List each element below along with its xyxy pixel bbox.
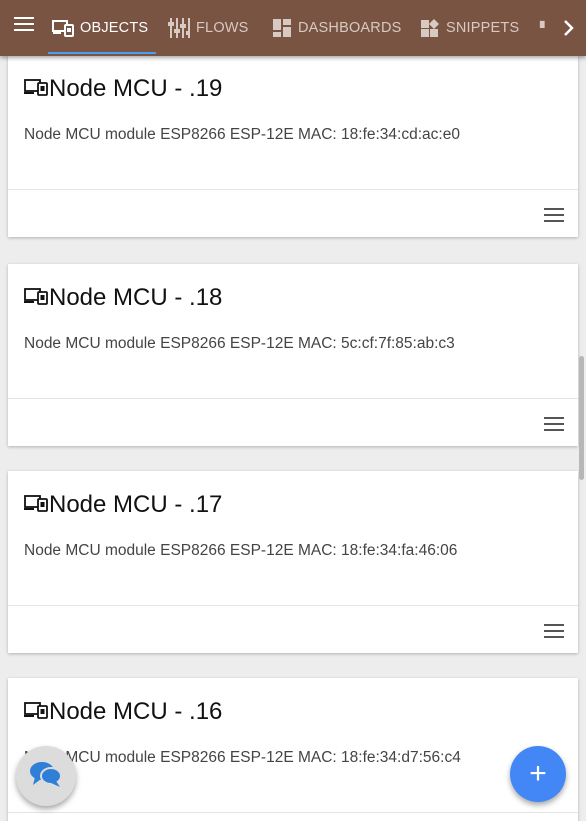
devices-icon — [24, 287, 48, 305]
card-divider — [8, 605, 578, 606]
card-title-text: Node MCU - .18 — [49, 284, 223, 311]
tab-objects-label: OBJECTS — [80, 20, 149, 36]
object-card[interactable]: Node MCU - .18 Node MCU module ESP8266 E… — [8, 264, 578, 446]
tab-dashboards[interactable]: DASHBOARDS — [272, 0, 402, 56]
card-title: Node MCU - .19 — [24, 75, 222, 103]
object-card[interactable]: Node MCU - .17 Node MCU module ESP8266 E… — [8, 471, 578, 653]
card-title-text: Node MCU - .16 — [49, 698, 223, 725]
tab-flows[interactable]: FLOWS — [168, 0, 249, 56]
partial-tab-icon: ▘ — [540, 21, 550, 35]
chat-bubbles-icon — [29, 759, 63, 794]
objects-list: Node MCU - .19 Node MCU module ESP8266 E… — [0, 56, 586, 821]
tab-snippets[interactable]: SNIPPETS — [420, 0, 519, 56]
card-title-text: Node MCU - .19 — [49, 75, 223, 102]
widgets-icon — [420, 18, 440, 38]
devices-icon — [24, 701, 48, 719]
chat-button[interactable] — [16, 746, 76, 806]
card-divider — [8, 812, 578, 813]
tab-snippets-label: SNIPPETS — [446, 20, 520, 36]
card-description: Node MCU module ESP8266 ESP-12E MAC: 18:… — [24, 126, 460, 143]
tab-flows-label: FLOWS — [196, 20, 249, 36]
add-object-button[interactable]: + — [510, 746, 566, 802]
card-divider — [8, 189, 578, 190]
card-divider — [8, 398, 578, 399]
sliders-icon — [168, 17, 190, 39]
card-menu-icon[interactable] — [544, 417, 564, 431]
card-title: Node MCU - .16 — [24, 698, 222, 726]
devices-icon — [24, 78, 48, 96]
tab-dashboards-label: DASHBOARDS — [298, 20, 402, 36]
tab-objects[interactable]: OBJECTS — [52, 0, 148, 56]
object-card[interactable]: Node MCU - .19 Node MCU module ESP8266 E… — [8, 56, 578, 237]
dashboard-icon — [272, 18, 292, 38]
card-title-text: Node MCU - .17 — [49, 491, 223, 518]
card-description: Node MCU module ESP8266 ESP-12E MAC: 18:… — [24, 749, 461, 766]
scrollbar-thumb[interactable] — [579, 356, 584, 480]
devices-icon — [24, 494, 48, 512]
card-title: Node MCU - .17 — [24, 491, 222, 519]
card-description: Node MCU module ESP8266 ESP-12E MAC: 18:… — [24, 542, 458, 559]
active-tab-indicator — [48, 52, 156, 54]
object-card[interactable]: Node MCU - .16 Node MCU module ESP8266 E… — [8, 678, 578, 821]
menu-icon[interactable] — [14, 17, 34, 33]
chevron-right-icon[interactable] — [562, 18, 576, 38]
card-description: Node MCU module ESP8266 ESP-12E MAC: 5c:… — [24, 335, 455, 352]
card-menu-icon[interactable] — [544, 624, 564, 638]
card-menu-icon[interactable] — [544, 208, 564, 222]
devices-icon — [52, 19, 74, 37]
add-icon: + — [529, 757, 547, 790]
card-title: Node MCU - .18 — [24, 284, 222, 312]
tab-overflow-partial[interactable]: ▘ — [540, 0, 549, 56]
top-navigation-bar: OBJECTS FLOWS DASHBOARDS SNIPPETS ▘ — [0, 0, 586, 56]
